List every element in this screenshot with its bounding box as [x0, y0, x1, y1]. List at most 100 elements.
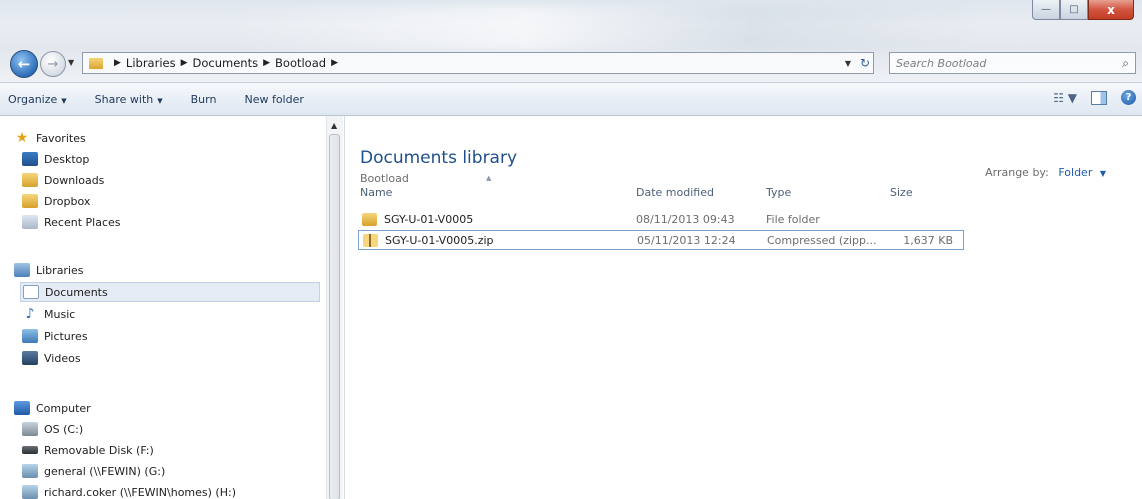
burn-button[interactable]: Burn: [191, 93, 217, 106]
scroll-up-icon[interactable]: ▲: [331, 121, 337, 130]
file-list-pane: Documents library Bootload Arrange by: F…: [346, 116, 1142, 499]
arrange-by-dropdown[interactable]: Folder: [1058, 166, 1092, 179]
sidebar-item-label: Music: [44, 307, 76, 321]
music-icon: ♪: [25, 306, 35, 322]
chevron-right-icon[interactable]: ▶: [331, 58, 338, 68]
navigation-pane: ★ Favorites Desktop Downloads Dropbox Re…: [0, 116, 345, 499]
breadcrumb: ▶ Libraries ▶ Documents ▶ Bootload ▶: [109, 56, 343, 70]
nav-header-libraries[interactable]: Libraries: [14, 260, 84, 280]
network-drive-icon: [22, 464, 38, 478]
sidebar-item-os-c[interactable]: OS (C:): [22, 419, 83, 439]
desktop-icon: [22, 152, 38, 166]
sidebar-item-label: Dropbox: [44, 194, 91, 208]
column-header-type[interactable]: Type: [766, 186, 791, 199]
sidebar-item-desktop[interactable]: Desktop: [22, 149, 89, 169]
file-name: SGY-U-01-V0005.zip: [363, 233, 494, 247]
arrange-by: Arrange by: Folder ▼: [985, 166, 1106, 179]
libraries-icon: [14, 263, 30, 277]
sidebar-item-richard-coker-h[interactable]: richard.coker (\\FEWIN\homes) (H:): [22, 482, 236, 499]
preview-pane-icon[interactable]: [1091, 90, 1107, 105]
sidebar-item-label: Documents: [45, 285, 108, 299]
zip-folder-icon: [363, 233, 378, 247]
search-input[interactable]: Search Bootload ⌕: [889, 52, 1136, 74]
arrange-by-label: Arrange by:: [985, 166, 1049, 179]
file-date: 08/11/2013 09:43: [636, 212, 735, 226]
library-subtitle: Bootload: [360, 172, 409, 185]
help-icon[interactable]: ?: [1121, 90, 1136, 105]
command-bar: Organize ▼ Share with ▼ Burn New folder ☷ …: [0, 82, 1142, 116]
address-history-dropdown[interactable]: ▼: [845, 59, 851, 68]
search-icon[interactable]: ⌕: [1122, 56, 1129, 71]
breadcrumb-bootload[interactable]: Bootload: [275, 56, 326, 70]
forward-button[interactable]: →: [40, 51, 66, 77]
folder-icon: [22, 173, 38, 187]
breadcrumb-libraries[interactable]: Libraries: [126, 56, 176, 70]
sidebar-item-label: Removable Disk (F:): [44, 443, 154, 457]
back-arrow-icon: ←: [17, 55, 31, 73]
sidebar-item-removable-disk[interactable]: Removable Disk (F:): [22, 440, 154, 460]
folder-icon: [89, 57, 103, 69]
chevron-down-icon: ▼: [157, 96, 163, 105]
column-header-name[interactable]: Name: [360, 186, 392, 199]
sidebar-item-label: OS (C:): [44, 422, 84, 436]
forward-arrow-icon: →: [47, 56, 59, 72]
scrollbar-thumb[interactable]: [329, 134, 340, 499]
organize-button[interactable]: Organize ▼: [8, 93, 67, 106]
breadcrumb-documents[interactable]: Documents: [193, 56, 259, 70]
new-folder-button[interactable]: New folder: [244, 93, 303, 106]
folder-icon: [22, 194, 38, 208]
sidebar-item-general-g[interactable]: general (\\FEWIN) (G:): [22, 461, 165, 481]
file-row[interactable]: SGY-U-01-V0005 08/11/2013 09:43 File fol…: [358, 209, 964, 229]
chevron-right-icon[interactable]: ▶: [114, 58, 121, 68]
change-view-icon[interactable]: ☷ ▼: [1053, 91, 1077, 105]
sidebar-item-music[interactable]: ♪ Music: [22, 304, 76, 324]
file-row[interactable]: SGY-U-01-V0005.zip 05/11/2013 12:24 Comp…: [358, 230, 964, 250]
computer-label: Computer: [36, 401, 91, 415]
close-button[interactable]: x: [1088, 0, 1134, 20]
minimize-button[interactable]: —: [1032, 0, 1060, 20]
document-icon: [23, 285, 39, 299]
network-drive-icon: [22, 485, 38, 499]
sidebar-item-pictures[interactable]: Pictures: [22, 326, 88, 346]
sidebar-item-label: Videos: [44, 351, 81, 365]
drive-icon: [22, 422, 38, 436]
library-title: Documents library: [360, 148, 518, 168]
refresh-icon[interactable]: ↻: [860, 56, 870, 70]
sidebar-item-downloads[interactable]: Downloads: [22, 170, 104, 190]
chevron-down-icon[interactable]: ▼: [1100, 169, 1106, 178]
chevron-right-icon[interactable]: ▶: [181, 58, 188, 68]
file-size: 1,637 KB: [903, 233, 953, 247]
computer-icon: [14, 401, 30, 415]
search-placeholder: Search Bootload: [896, 56, 987, 70]
removable-disk-icon: [22, 446, 38, 454]
sidebar-item-dropbox[interactable]: Dropbox: [22, 191, 90, 211]
file-name: SGY-U-01-V0005: [362, 212, 474, 226]
file-date: 05/11/2013 12:24: [637, 233, 736, 247]
chevron-right-icon[interactable]: ▶: [263, 58, 270, 68]
favorites-label: Favorites: [36, 131, 86, 145]
nav-header-favorites[interactable]: ★ Favorites: [14, 128, 86, 148]
navigation-scrollbar[interactable]: ▲: [326, 116, 343, 499]
back-button[interactable]: ←: [10, 50, 38, 78]
column-header-date-modified[interactable]: Date modified: [636, 186, 714, 199]
chevron-down-icon: ▼: [61, 96, 67, 105]
pictures-icon: [22, 329, 38, 343]
sidebar-item-videos[interactable]: Videos: [22, 348, 81, 368]
folder-icon: [362, 212, 377, 226]
share-with-button[interactable]: Share with ▼: [95, 93, 163, 106]
column-header-size[interactable]: Size: [890, 186, 913, 199]
sidebar-item-label: Recent Places: [44, 215, 121, 229]
maximize-button[interactable]: □: [1060, 0, 1088, 20]
file-name-text: SGY-U-01-V0005: [384, 212, 474, 226]
sidebar-item-documents[interactable]: Documents: [20, 282, 320, 302]
star-icon: ★: [15, 130, 29, 146]
window-controls: — □ x: [1032, 0, 1134, 20]
sidebar-item-label: Desktop: [44, 152, 90, 166]
share-with-label: Share with: [94, 92, 154, 106]
sidebar-item-recent-places[interactable]: Recent Places: [22, 212, 121, 232]
nav-header-computer[interactable]: Computer: [14, 398, 91, 418]
sidebar-item-label: Pictures: [44, 329, 88, 343]
address-bar[interactable]: ▶ Libraries ▶ Documents ▶ Bootload ▶ ▼ ↻: [82, 52, 874, 74]
recent-pages-dropdown[interactable]: ▼: [68, 58, 74, 67]
view-controls: ☷ ▼ ?: [1053, 90, 1136, 105]
